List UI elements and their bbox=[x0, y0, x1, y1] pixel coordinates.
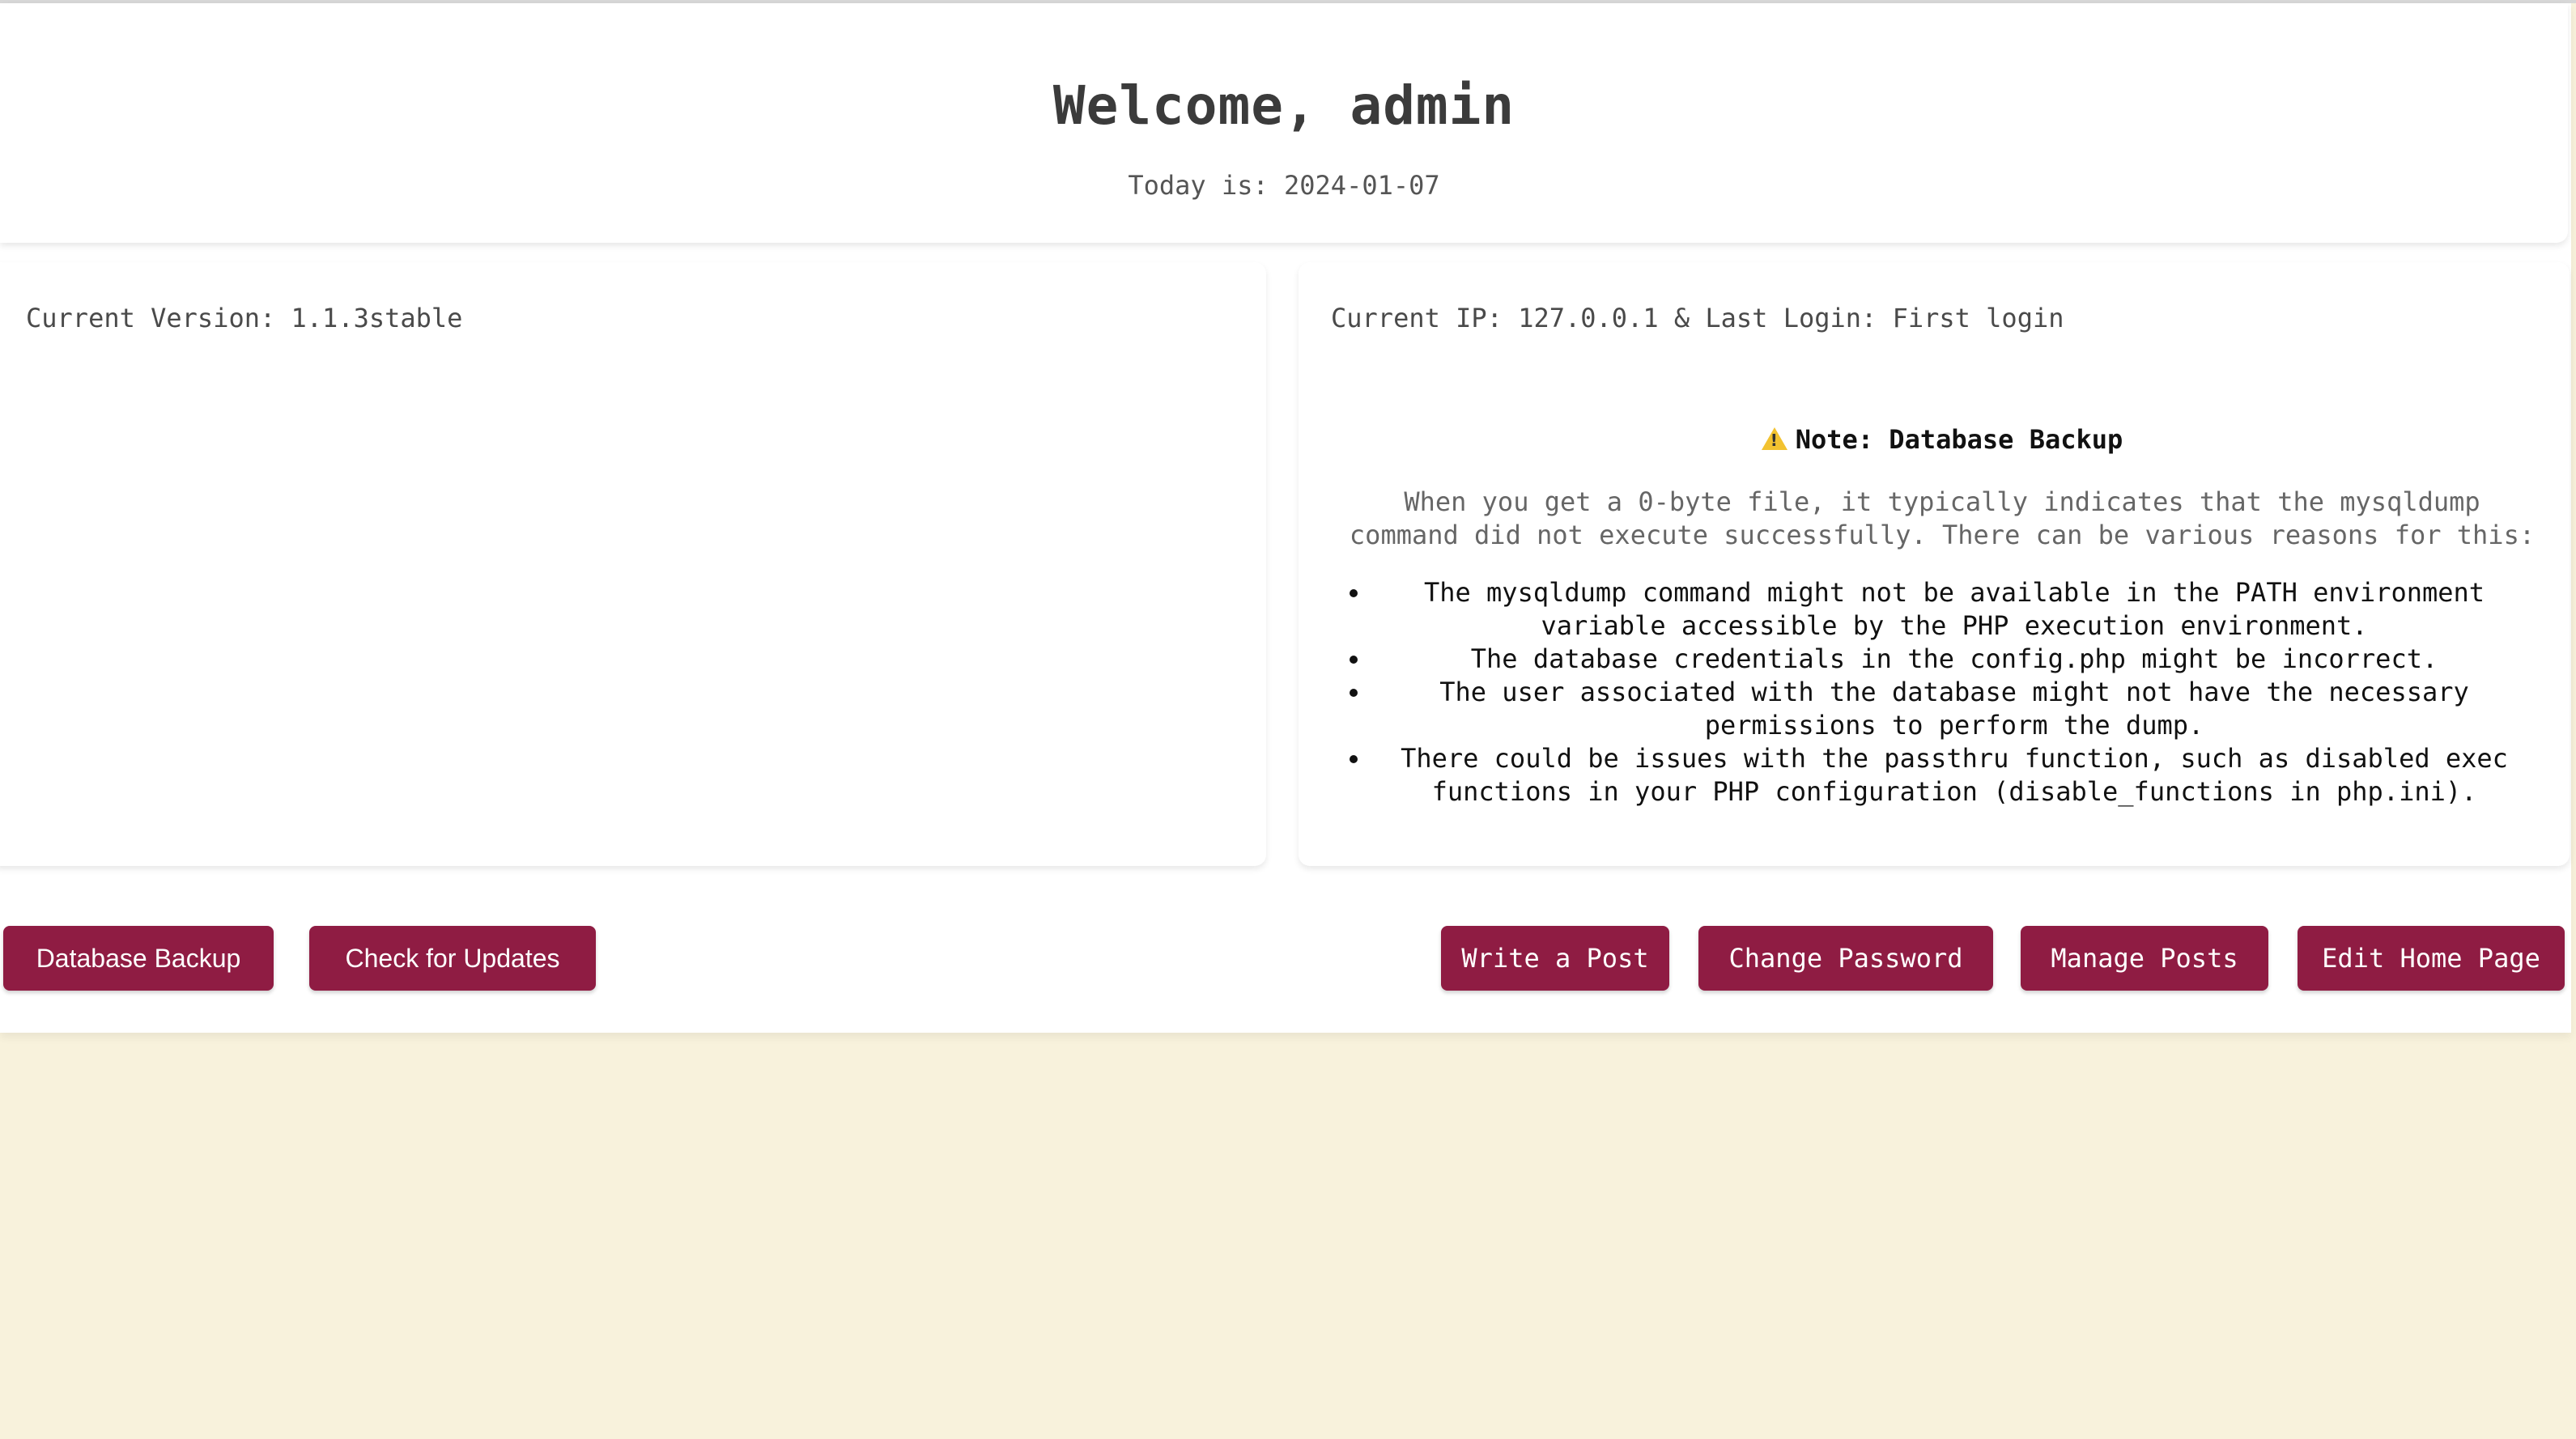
backup-note: Note: Database Backup When you get a 0-b… bbox=[1347, 424, 2537, 809]
ip-last-login: Current IP: 127.0.0.1 & Last Login: Firs… bbox=[1331, 303, 2064, 333]
edit-home-page-button[interactable]: Edit Home Page bbox=[2298, 926, 2565, 991]
list-item: The user associated with the database mi… bbox=[1371, 676, 2537, 742]
admin-dashboard: Welcome, admin Today is: 2024-01-07 Curr… bbox=[0, 3, 2571, 1033]
note-title: Note: Database Backup bbox=[1795, 424, 2123, 455]
reasons-list: The mysqldump command might not be avail… bbox=[1347, 576, 2537, 809]
version-panel: Current Version: 1.1.3stable bbox=[0, 262, 1266, 866]
list-item: The mysqldump command might not be avail… bbox=[1371, 576, 2537, 643]
note-text: When you get a 0-byte file, it typically… bbox=[1349, 486, 2536, 550]
list-item: There could be issues with the passthru … bbox=[1371, 742, 2537, 809]
manage-posts-button[interactable]: Manage Posts bbox=[2021, 926, 2268, 991]
page-title: Welcome, admin bbox=[1052, 74, 1515, 137]
note-heading: Note: Database Backup bbox=[1347, 424, 2537, 455]
warning-icon bbox=[1761, 427, 1787, 450]
write-post-button[interactable]: Write a Post bbox=[1441, 926, 1669, 991]
info-panel: Current IP: 127.0.0.1 & Last Login: Firs… bbox=[1299, 262, 2570, 866]
check-updates-button[interactable]: Check for Updates bbox=[309, 926, 596, 991]
database-backup-button[interactable]: Database Backup bbox=[3, 926, 274, 991]
current-version: Current Version: 1.1.3stable bbox=[26, 303, 463, 333]
change-password-button[interactable]: Change Password bbox=[1698, 926, 1993, 991]
list-item: The database credentials in the config.p… bbox=[1371, 643, 2537, 676]
today-date: Today is: 2024-01-07 bbox=[1128, 170, 1440, 201]
welcome-card: Welcome, admin Today is: 2024-01-07 bbox=[0, 3, 2568, 243]
